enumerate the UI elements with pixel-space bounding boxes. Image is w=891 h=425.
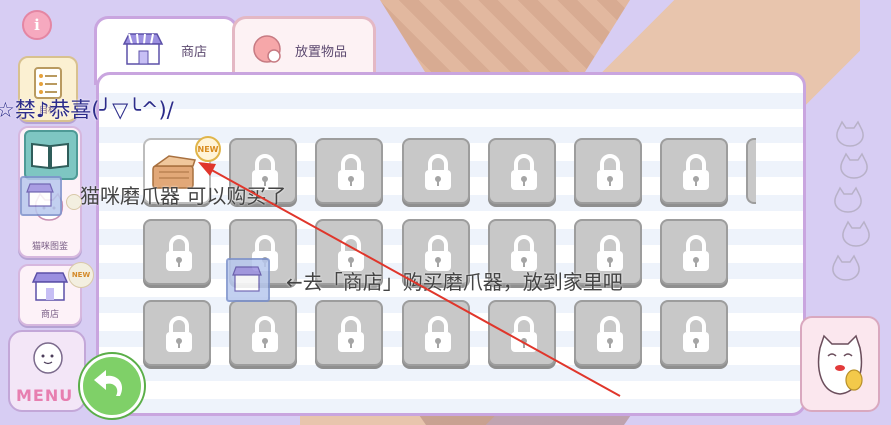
grid-slot-locked[interactable]	[401, 300, 470, 366]
hint-text-1: 猫咪磨爪器 可以购买了	[80, 184, 287, 208]
lock-icon	[683, 316, 710, 352]
lock-icon	[683, 235, 710, 271]
grid-slot-locked[interactable]	[660, 138, 729, 204]
lock-icon	[166, 235, 192, 271]
hint-shop-icon-2	[226, 258, 270, 302]
grid-slot-locked[interactable]	[574, 300, 642, 366]
hint-text-2: ←去「商店」购买磨爪器，放到家里吧	[286, 270, 623, 294]
grid-slot-locked[interactable]	[660, 219, 729, 285]
lock-icon	[338, 154, 365, 190]
grid-slot-locked[interactable]	[574, 138, 642, 204]
ball-icon	[253, 35, 281, 63]
lock-icon	[424, 154, 451, 190]
lock-icon	[166, 316, 192, 352]
shop-new-badge: NEW	[68, 262, 94, 288]
grid-slot-locked[interactable]	[487, 138, 556, 204]
tab-shop-label: 商店	[181, 45, 208, 60]
sidebar-cat-book-label: 猫咪图鉴	[31, 242, 68, 252]
tab-place-items[interactable]: 放置物品	[232, 16, 376, 77]
grid-slot-locked[interactable]	[401, 138, 470, 204]
back-button[interactable]	[80, 354, 144, 418]
tab-place-items-label: 放置物品	[295, 45, 348, 60]
grid-slot-locked[interactable]	[487, 300, 556, 366]
grid-slot-locked[interactable]	[143, 300, 211, 366]
back-arrow-icon	[94, 370, 123, 396]
notice-text: ☆禁♪恭喜(╯▽╰^)/	[0, 98, 174, 122]
lock-icon	[424, 316, 451, 352]
grid-slot-locked[interactable]	[229, 300, 298, 366]
shop-icon	[122, 33, 164, 65]
cat-silhouettes	[832, 120, 870, 281]
hint-shop-icon-1	[20, 176, 62, 216]
lock-icon	[338, 316, 365, 352]
lock-icon	[510, 316, 537, 352]
shop-icon	[26, 183, 54, 207]
grid-slot-locked[interactable]	[315, 138, 384, 204]
shop-icon	[31, 272, 69, 301]
menu-button[interactable]: MENU	[8, 330, 86, 412]
grid-slot-partial	[746, 138, 756, 204]
info-icon[interactable]: i	[22, 10, 52, 40]
lock-icon	[510, 154, 537, 190]
grid-slot-locked[interactable]	[315, 300, 384, 366]
menu-label: MENU	[16, 386, 74, 405]
book-icon-box	[24, 130, 78, 180]
grid-slot-locked[interactable]	[660, 300, 729, 366]
shop-icon	[232, 266, 262, 292]
book-icon	[31, 142, 69, 170]
sidebar-shop-label: 商店	[40, 310, 59, 320]
lock-icon	[683, 154, 710, 190]
lucky-cat-icon	[817, 334, 863, 395]
grid-slot-locked[interactable]	[143, 219, 211, 285]
new-badge: NEW	[195, 136, 221, 162]
lock-icon	[597, 154, 623, 190]
lock-icon	[252, 316, 279, 352]
lock-icon	[597, 316, 623, 352]
cat-face-icon	[33, 342, 63, 374]
lucky-cat-button[interactable]	[800, 316, 880, 412]
